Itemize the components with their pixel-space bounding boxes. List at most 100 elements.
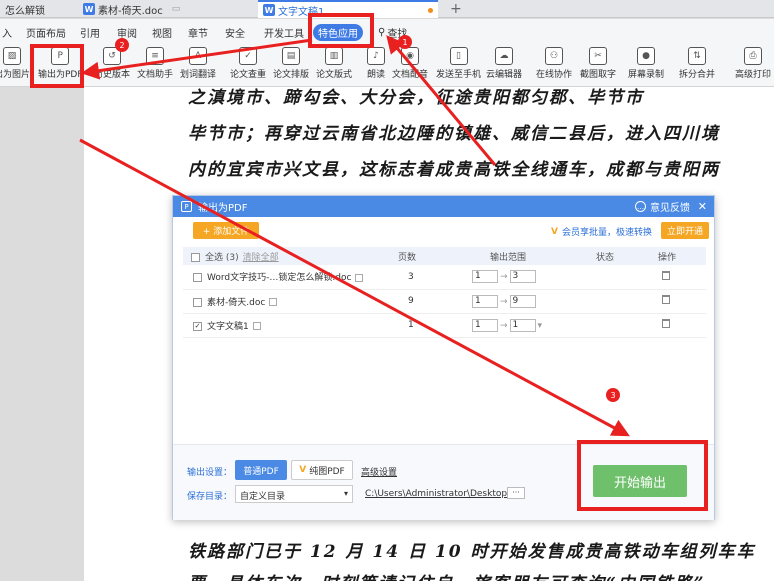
header-range: 输出范围 xyxy=(458,247,576,265)
ribbon-label: 截图取字 xyxy=(580,70,617,80)
row-checkbox[interactable] xyxy=(193,297,202,307)
collab-icon: ⚇ xyxy=(545,47,563,65)
table-row: ✓ 文字文稿1 1 1 → 1 ▾ xyxy=(183,313,706,338)
dialog-toolbar: + 添加文件 V 会员享批量，极速转换 立即开通 xyxy=(173,217,714,245)
ribbon-advanced-print[interactable]: ⎙ 高级打印 xyxy=(735,47,771,80)
tab-document-2[interactable]: W 素材-倚天.doc ▭ xyxy=(78,0,248,18)
read-icon: ♪ xyxy=(367,47,385,65)
advanced-settings-link[interactable]: 高级设置 xyxy=(361,465,397,478)
ribbon-doc-assistant[interactable]: ≡ 文档助手 xyxy=(137,47,173,80)
select-all-checkbox[interactable] xyxy=(191,252,200,262)
ribbon-split-merge[interactable]: ⇅ 拆分合并 xyxy=(679,47,715,80)
ribbon-translate[interactable]: A 划词翻译 xyxy=(180,47,216,80)
range-from-input[interactable]: 1 xyxy=(472,270,498,284)
menu-references[interactable]: 引用 xyxy=(80,25,100,40)
trash-icon[interactable] xyxy=(662,295,670,304)
clear-all-link[interactable]: 清除全部 xyxy=(243,253,279,263)
layout-icon: ▤ xyxy=(282,47,300,65)
split-icon: ⇅ xyxy=(688,47,706,65)
edit-icon[interactable] xyxy=(269,298,278,306)
save-dir-select[interactable]: 自定义目录 ▾ xyxy=(235,485,353,503)
ribbon-send-phone[interactable]: ▯ 发送至手机 xyxy=(436,47,481,80)
arrow-icon: → xyxy=(500,320,508,331)
tab-label: 怎么解锁 xyxy=(5,5,45,17)
document-line: 票，具体车次、时刻等请记住自…旅客朋友可查询“中国铁路” xyxy=(188,569,706,581)
row-checkbox-checked[interactable]: ✓ xyxy=(193,321,202,331)
page-count: 1 xyxy=(398,313,458,338)
ribbon-label: 云编辑器 xyxy=(486,70,523,80)
ribbon-export-image[interactable]: ▨ 出为图片 xyxy=(0,47,30,80)
menu-security[interactable]: 安全 xyxy=(225,25,245,40)
ribbon-read-aloud[interactable]: ♪ 朗读 xyxy=(367,47,385,80)
ribbon-screenshot-ocr[interactable]: ✂ 截图取字 xyxy=(580,47,616,80)
ribbon-cloud-editor[interactable]: ☁ 云编辑器 xyxy=(486,47,522,80)
add-file-button[interactable]: + 添加文件 xyxy=(193,222,259,239)
chevron-down-icon[interactable]: ▾ xyxy=(538,321,543,331)
close-icon[interactable]: ✕ xyxy=(698,200,707,213)
browse-button[interactable]: ··· xyxy=(507,487,525,499)
menu-view[interactable]: 视图 xyxy=(152,25,172,40)
unsaved-dot-icon xyxy=(428,7,433,13)
save-path-link[interactable]: C:\Users\Administrator\Desktop\ xyxy=(365,489,510,499)
ribbon-label: 论文查重 xyxy=(230,70,267,80)
search-icon: ⚲ xyxy=(378,27,386,38)
ribbon-paper-layout[interactable]: ▤ 论文排版 xyxy=(273,47,309,80)
ribbon-label: 朗读 xyxy=(367,70,386,80)
document-line: 之滇境市、蹄勾会、大分会，征途贵阳都匀郡、毕节市 xyxy=(188,88,644,108)
annotation-marker-1: 1 xyxy=(398,35,412,49)
ribbon-online-collab[interactable]: ⚇ 在线协作 xyxy=(536,47,572,80)
file-name: Word文字技巧-…锁定怎么解锁.doc xyxy=(207,273,352,284)
range-from-input[interactable]: 1 xyxy=(472,294,498,308)
trash-icon[interactable] xyxy=(662,319,670,328)
image-pdf-label: 纯图PDF xyxy=(309,466,345,477)
ribbon-plagiarism-check[interactable]: ✓ 论文查重 xyxy=(230,47,266,80)
feedback-icon: … xyxy=(635,201,646,212)
voice-icon: ◉ xyxy=(401,47,419,65)
image-pdf-option[interactable]: V 纯图PDF xyxy=(291,460,353,480)
status-cell xyxy=(576,265,646,290)
range-from-input[interactable]: 1 xyxy=(472,318,498,332)
arrow-icon: → xyxy=(500,272,508,283)
edit-icon[interactable] xyxy=(355,273,364,282)
ribbon-voice[interactable]: ◉ 文档配音 xyxy=(392,47,428,80)
annotation-marker-2: 2 xyxy=(115,38,129,52)
tab-document-1[interactable]: 怎么解锁 xyxy=(0,0,72,18)
row-checkbox[interactable] xyxy=(193,273,202,283)
ribbon-history[interactable]: ↺ 历史版本 xyxy=(94,47,130,80)
feedback-link[interactable]: … 意见反馈 xyxy=(635,199,690,214)
ribbon-label: 拆分合并 xyxy=(679,70,716,80)
ribbon-paper-format[interactable]: ▥ 论文版式 xyxy=(316,47,352,80)
range-to-input[interactable]: 3 xyxy=(509,270,536,284)
menu-insert[interactable]: 入 xyxy=(2,25,12,40)
dialog-title: 输出为PDF xyxy=(198,203,248,214)
word-doc-icon: W xyxy=(263,4,275,16)
ribbon-label: 论文版式 xyxy=(316,70,353,80)
tab-window-icon[interactable]: ▭ xyxy=(172,4,181,14)
translate-icon: A xyxy=(189,47,207,65)
new-tab-button[interactable]: + xyxy=(450,1,462,17)
doc-assistant-icon: ≡ xyxy=(146,47,164,65)
table-header: 全选 (3) 清除全部 页数 输出范围 状态 操作 xyxy=(183,247,706,265)
status-cell xyxy=(576,289,646,314)
screenshot-icon: ✂ xyxy=(589,47,607,65)
file-table: 全选 (3) 清除全部 页数 输出范围 状态 操作 Word文字技巧-…锁定怎么解… xyxy=(183,247,706,338)
vip-activate-button[interactable]: 立即开通 xyxy=(661,222,709,239)
normal-pdf-option[interactable]: 普通PDF xyxy=(235,460,287,480)
ribbon-screen-record[interactable]: ● 屏幕录制 xyxy=(628,47,664,80)
ribbon-label: 论文排版 xyxy=(273,70,310,80)
word-doc-icon: W xyxy=(83,3,95,15)
file-name: 文字文稿1 xyxy=(207,321,249,332)
range-to-input[interactable]: 9 xyxy=(509,294,536,308)
annotation-box-start-export xyxy=(577,440,708,511)
trash-icon[interactable] xyxy=(662,270,670,280)
vip-icon: V xyxy=(551,226,558,237)
menu-chapter[interactable]: 章节 xyxy=(188,25,208,40)
select-all-label: 全选 (3) xyxy=(205,252,239,263)
menu-developer[interactable]: 开发工具 xyxy=(264,25,304,40)
edit-icon[interactable] xyxy=(252,322,261,330)
header-pages: 页数 xyxy=(398,247,458,265)
table-row: 素材-倚天.doc 9 1 → 9 xyxy=(183,289,706,314)
menu-page-layout[interactable]: 页面布局 xyxy=(26,25,66,40)
range-to-input[interactable]: 1 xyxy=(509,318,536,332)
tab-bar: 怎么解锁 W 素材-倚天.doc ▭ W 文字文稿1 + xyxy=(0,0,774,18)
